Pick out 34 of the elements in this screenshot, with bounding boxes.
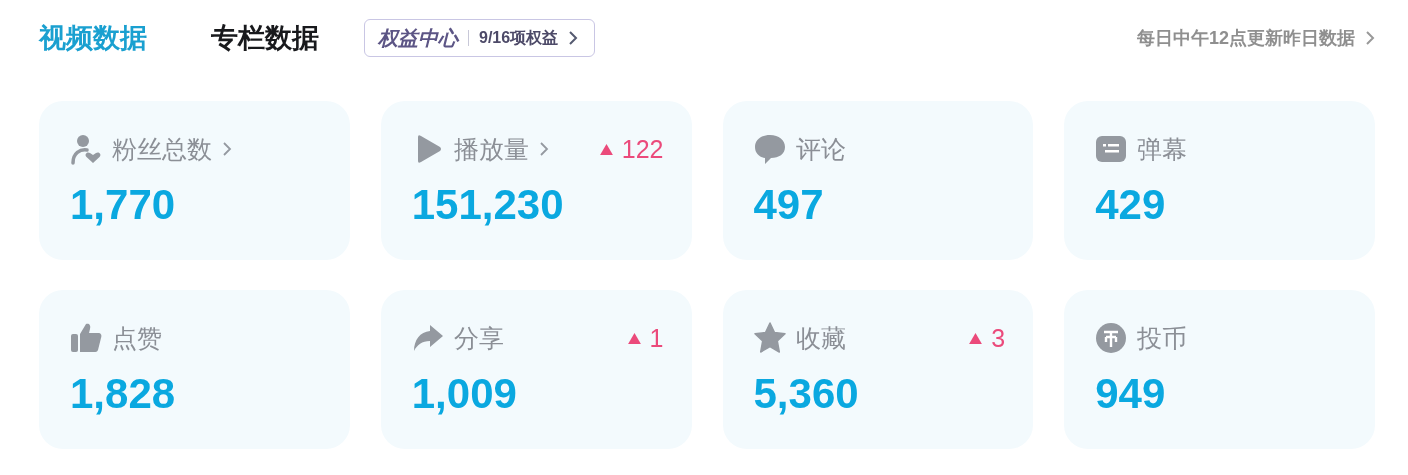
stat-label: 点赞 xyxy=(112,322,162,354)
stat-label: 粉丝总数 xyxy=(112,133,212,165)
danmaku-icon xyxy=(1095,133,1128,165)
stat-value: 1,770 xyxy=(70,181,177,229)
speech-bubble-icon xyxy=(753,133,786,165)
up-triangle-icon xyxy=(627,332,641,344)
star-icon xyxy=(753,322,786,354)
stat-label: 收藏 xyxy=(795,322,846,354)
stat-value: 5,360 xyxy=(753,370,860,418)
increase-count: 122 xyxy=(621,134,664,164)
stat-value: 1,828 xyxy=(70,370,177,418)
up-triangle-icon xyxy=(599,143,613,155)
chevron-icon xyxy=(568,30,579,46)
stat-value: 949 xyxy=(1095,370,1167,418)
stat-label: 分享 xyxy=(453,322,504,354)
chevron-icon xyxy=(1365,30,1375,46)
stat-label: 弹幕 xyxy=(1137,133,1188,165)
stat-value: 151,230 xyxy=(411,181,565,229)
stat-value: 429 xyxy=(1095,181,1167,229)
stat-label: 评论 xyxy=(795,133,846,165)
stat-label: 播放量 xyxy=(453,133,529,165)
up-triangle-icon xyxy=(969,332,983,344)
stat-label: 投币 xyxy=(1137,322,1188,354)
increase-count: 1 xyxy=(649,323,664,353)
increase-count: 3 xyxy=(991,323,1006,353)
chevron-icon[interactable] xyxy=(538,141,549,157)
coin-icon xyxy=(1095,322,1128,354)
tab[interactable]: 专栏数据 xyxy=(211,20,319,56)
chevron-icon[interactable] xyxy=(222,141,232,157)
benefits-button[interactable]: 权益中心 9/16项权益 xyxy=(364,19,596,57)
thumbs-up-icon xyxy=(70,322,102,354)
stat-value: 497 xyxy=(753,181,825,229)
user-heart-icon xyxy=(70,133,102,165)
stat-value: 1,009 xyxy=(411,370,518,418)
